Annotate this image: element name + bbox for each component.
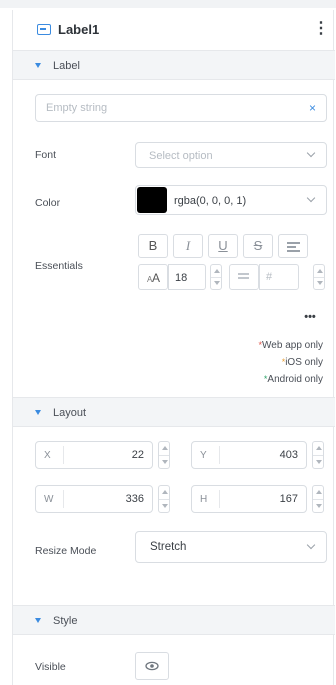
collapse-triangle-icon [35, 618, 41, 623]
clear-icon[interactable]: × [309, 101, 316, 115]
stepper-down-icon[interactable] [316, 460, 322, 464]
section-style-title: Style [53, 615, 78, 627]
color-swatch[interactable] [137, 187, 167, 213]
stepper-down-icon[interactable] [214, 281, 220, 285]
stepper-down-icon[interactable] [317, 281, 323, 285]
resize-mode-select[interactable]: Stretch [135, 531, 327, 563]
stepper-up-icon[interactable] [214, 269, 220, 273]
more-options-button[interactable]: ••• [295, 311, 325, 331]
note-ios: *iOS only [281, 357, 323, 368]
font-label: Font [35, 149, 57, 161]
font-select-placeholder: Select option [149, 150, 213, 162]
font-size-stepper[interactable] [210, 264, 222, 290]
note-web: *Web app only [258, 340, 323, 351]
properties-panel: Label1 ⋮ Label Empty string × Font Selec… [12, 10, 335, 685]
x-position-input[interactable]: X 22 [35, 441, 153, 469]
font-size-icon: A [152, 271, 161, 285]
x-label: X [44, 450, 51, 461]
section-label-title: Label [53, 60, 80, 72]
top-strip [0, 0, 336, 8]
resize-mode-value: Stretch [150, 541, 187, 553]
stepper-up-icon[interactable] [316, 446, 322, 450]
section-label-header[interactable]: Label [13, 50, 335, 80]
collapse-triangle-icon [35, 410, 41, 415]
component-title: Label1 [58, 22, 100, 37]
italic-button[interactable]: I [173, 234, 203, 258]
underline-icon: U [218, 238, 228, 253]
y-position-input[interactable]: Y 403 [191, 441, 307, 469]
color-value: rgba(0, 0, 0, 1) [174, 195, 247, 207]
label-text-input[interactable]: Empty string × [35, 94, 327, 122]
stepper-down-icon[interactable] [162, 460, 168, 464]
underline-button[interactable]: U [208, 234, 238, 258]
color-label: Color [35, 197, 61, 209]
w-label: W [44, 494, 54, 505]
h-label: H [200, 494, 208, 505]
font-size-input[interactable]: 18 [168, 264, 206, 290]
label-component-icon [37, 24, 51, 35]
font-select[interactable]: Select option [135, 142, 327, 168]
visibility-toggle[interactable] [135, 652, 169, 680]
font-size-value: 18 [175, 272, 188, 284]
eye-icon [145, 661, 159, 671]
chevron-down-icon [306, 193, 316, 203]
line-height-input[interactable]: # [259, 264, 299, 290]
width-input[interactable]: W 336 [35, 485, 153, 513]
width-stepper[interactable] [158, 485, 170, 513]
height-stepper[interactable] [312, 485, 324, 513]
resize-mode-label: Resize Mode [35, 545, 97, 557]
line-height-icon-box [229, 264, 259, 290]
line-height-value: # [266, 271, 273, 283]
bold-icon: B [148, 238, 158, 253]
stepper-up-icon[interactable] [316, 490, 322, 494]
section-layout-header[interactable]: Layout [13, 397, 335, 427]
y-stepper[interactable] [312, 441, 324, 469]
bold-button[interactable]: B [138, 234, 168, 258]
collapse-triangle-icon [35, 63, 41, 68]
line-height-icon [238, 273, 249, 275]
chevron-down-icon [306, 148, 316, 158]
italic-icon: I [185, 238, 191, 253]
strikethrough-button[interactable]: S [243, 234, 273, 258]
kebab-menu-icon[interactable]: ⋮ [313, 20, 329, 40]
label-text-placeholder: Empty string [46, 102, 108, 114]
stepper-up-icon[interactable] [162, 490, 168, 494]
section-layout-title: Layout [53, 407, 87, 419]
strikethrough-icon: S [253, 238, 263, 253]
essentials-label: Essentials [35, 260, 83, 272]
chevron-down-icon [306, 540, 316, 550]
more-icon: ••• [304, 311, 316, 323]
stepper-up-icon[interactable] [162, 446, 168, 450]
h-value: 167 [279, 493, 298, 505]
height-input[interactable]: H 167 [191, 485, 307, 513]
panel-header: Label1 ⋮ [13, 10, 335, 50]
y-label: Y [200, 450, 207, 461]
w-value: 336 [125, 493, 144, 505]
align-button[interactable] [278, 234, 308, 258]
y-value: 403 [279, 449, 298, 461]
x-value: 22 [131, 449, 144, 461]
align-icon [287, 242, 300, 244]
visible-label: Visible [35, 661, 66, 673]
stepper-down-icon[interactable] [316, 504, 322, 508]
line-height-stepper[interactable] [313, 264, 325, 290]
stepper-up-icon[interactable] [317, 269, 323, 273]
note-android: *Android only [263, 374, 323, 385]
x-stepper[interactable] [158, 441, 170, 469]
font-size-icon-box: A A [138, 264, 168, 290]
stepper-down-icon[interactable] [162, 504, 168, 508]
section-style-header[interactable]: Style [13, 605, 335, 635]
color-picker[interactable]: rgba(0, 0, 0, 1) [135, 185, 327, 215]
